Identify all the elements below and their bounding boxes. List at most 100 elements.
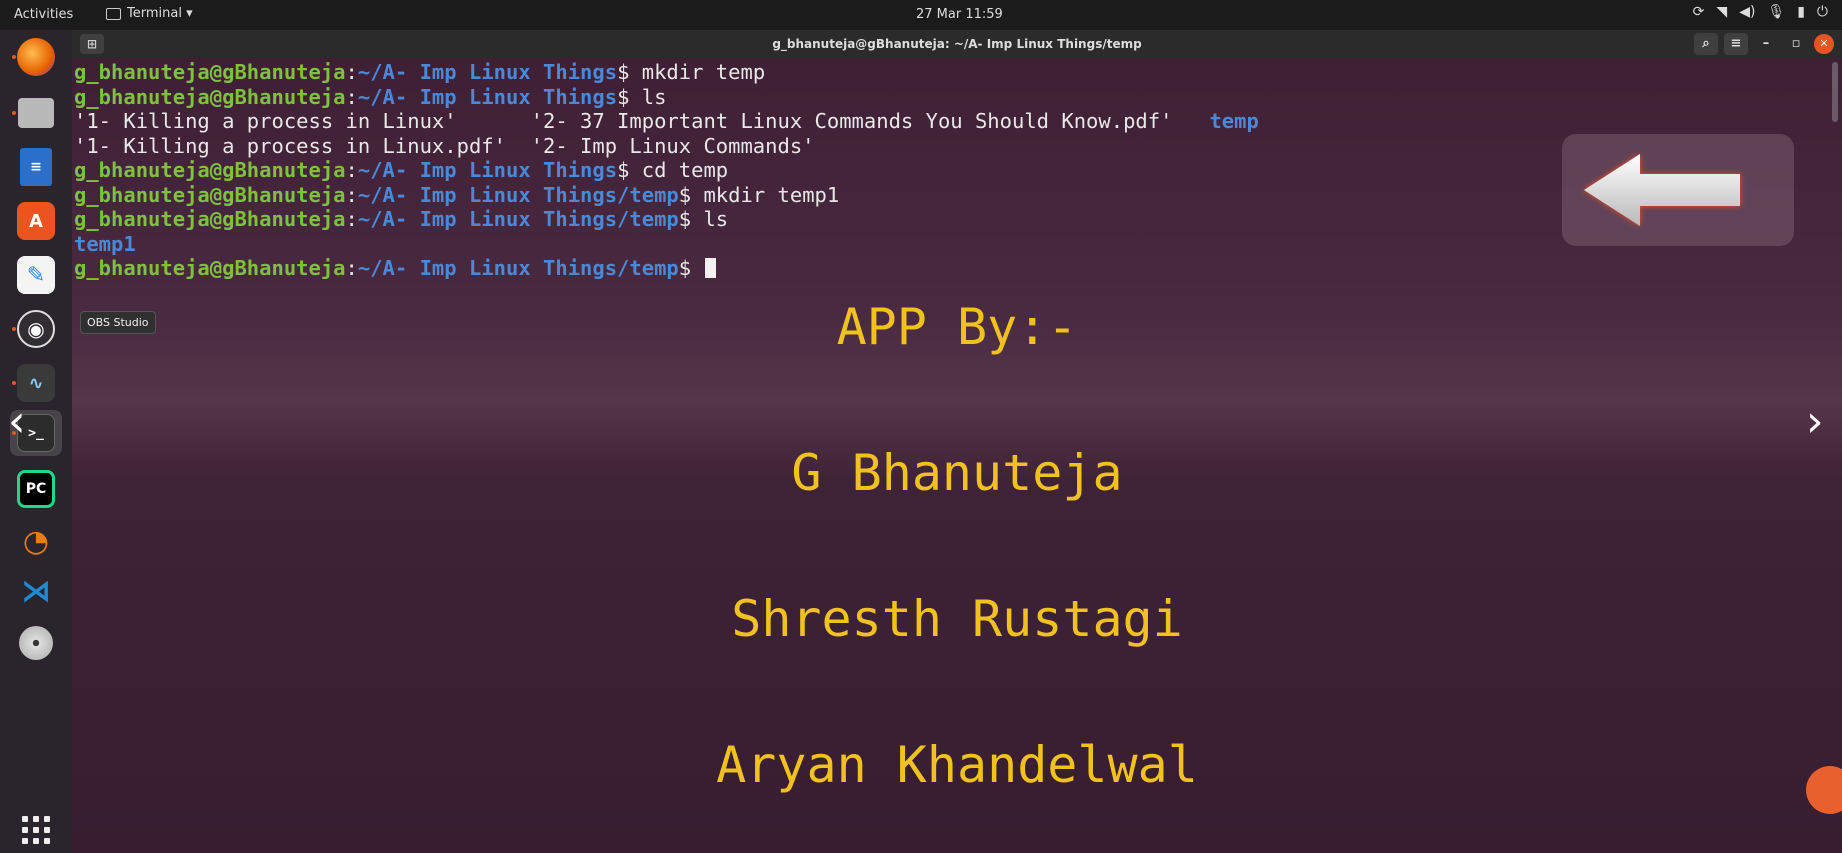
activities-button[interactable]: Activities	[14, 7, 73, 22]
close-button[interactable]: ✕	[1814, 34, 1834, 54]
window-titlebar[interactable]: ⊞ g_bhanuteja@gBhanuteja: ~/A- Imp Linux…	[72, 30, 1842, 58]
prompt-separator: :	[345, 182, 358, 207]
window-title: g_bhanuteja@gBhanuteja: ~/A- Imp Linux T…	[772, 37, 1142, 51]
author-name: Aryan Khandelwal	[716, 736, 1198, 794]
terminal-output[interactable]: g_bhanuteja@gBhanuteja:~/A- Imp Linux Th…	[74, 60, 1259, 281]
command-text: mkdir temp1	[691, 182, 840, 207]
prompt-separator: :	[345, 207, 358, 231]
mic-icon[interactable]: 🎙	[1767, 4, 1785, 20]
obs-icon: ◉	[17, 310, 55, 348]
directory-entry: temp1	[74, 231, 136, 256]
terminal-line: temp1	[74, 232, 1259, 257]
arrow-overlay	[1562, 134, 1794, 246]
command-text: mkdir temp	[629, 60, 766, 84]
terminal-icon	[106, 7, 121, 20]
blender-icon: ◔	[22, 523, 50, 559]
credits-heading: APP By:-	[836, 298, 1078, 356]
command-text: ls	[629, 84, 667, 109]
folder-icon	[18, 98, 54, 128]
running-indicator	[12, 55, 16, 59]
dock-item-text-editor[interactable]: ✎	[10, 252, 62, 298]
terminal-window[interactable]: ⊞ g_bhanuteja@gBhanuteja: ~/A- Imp Linux…	[72, 30, 1842, 853]
dock-item-pycharm[interactable]: PC	[10, 466, 62, 512]
update-icon[interactable]: ⟳	[1693, 4, 1705, 20]
prompt-symbol: $	[617, 60, 630, 84]
dock-tooltip: OBS Studio	[80, 311, 156, 334]
scrollbar[interactable]	[1832, 62, 1838, 122]
dock-item-dvd[interactable]	[10, 620, 62, 666]
dock-item-writer[interactable]: ≡	[10, 144, 62, 190]
prompt-symbol: $	[678, 182, 692, 207]
search-icon[interactable]: ⌕	[1694, 33, 1718, 55]
output-text: '1- Killing a process in Linux.pdf' '2- …	[74, 133, 815, 158]
directory-entry: temp	[1209, 109, 1259, 133]
dock-item-software[interactable]: A	[10, 198, 62, 244]
prompt-symbol: $	[617, 84, 630, 109]
terminal-line: g_bhanuteja@gBhanuteja:~/A- Imp Linux Th…	[74, 158, 1259, 183]
next-arrow-icon[interactable]: ›	[1806, 396, 1824, 447]
prompt-user: g_bhanuteja@gBhanuteja	[74, 158, 346, 182]
terminal-line: '1- Killing a process in Linux.pdf' '2- …	[74, 134, 1259, 159]
terminal-line: g_bhanuteja@gBhanuteja:~/A- Imp Linux Th…	[74, 207, 1259, 232]
dock-item-obs[interactable]: ◉	[10, 306, 62, 352]
running-indicator	[12, 381, 16, 385]
text-cursor	[705, 258, 717, 278]
previous-arrow-icon[interactable]: ‹	[8, 396, 26, 447]
prompt-user: g_bhanuteja@gBhanuteja	[74, 182, 346, 207]
prompt-path: ~/A- Imp Linux Things	[357, 60, 618, 84]
running-indicator	[12, 327, 16, 331]
app-menu[interactable]: Terminal ▾	[106, 6, 193, 21]
prompt-path: ~/A- Imp Linux Things/temp	[357, 207, 679, 231]
prompt-separator: :	[345, 256, 358, 280]
prompt-user: g_bhanuteja@gBhanuteja	[74, 256, 346, 280]
left-arrow-icon	[1584, 154, 1740, 226]
clock[interactable]: 27 Mar 11:59	[916, 7, 1003, 22]
prompt-path: ~/A- Imp Linux Things/temp	[357, 256, 679, 280]
prompt-symbol: $	[678, 256, 692, 280]
pencil-icon: ✎	[17, 256, 55, 294]
command-text	[691, 256, 703, 280]
system-tray[interactable]: ⟳ ◥ ◀) 🎙 ▮ ⏻	[1693, 4, 1828, 20]
app-menu-label: Terminal ▾	[127, 6, 193, 21]
vscode-icon: ⋊	[21, 573, 51, 609]
battery-icon[interactable]: ▮	[1797, 4, 1805, 20]
wifi-icon[interactable]: ◥	[1716, 4, 1727, 20]
software-store-icon: A	[17, 202, 55, 240]
prompt-symbol: $	[678, 207, 692, 231]
dock-item-vscode[interactable]: ⋊	[10, 568, 62, 614]
power-icon[interactable]: ⏻	[1817, 4, 1828, 20]
prompt-separator: :	[345, 60, 358, 84]
disc-icon	[19, 626, 53, 660]
top-bar: Activities Terminal ▾ 27 Mar 11:59 ⟳ ◥ ◀…	[0, 0, 1842, 30]
terminal-line: g_bhanuteja@gBhanuteja:~/A- Imp Linux Th…	[74, 60, 1259, 85]
prompt-separator: :	[345, 158, 358, 182]
prompt-separator: :	[345, 84, 358, 109]
pycharm-icon: PC	[17, 470, 55, 508]
menu-icon[interactable]: ≡	[1724, 33, 1748, 55]
author-name: G Bhanuteja	[791, 444, 1123, 502]
dock-item-firefox[interactable]	[10, 34, 62, 80]
prompt-path: ~/A- Imp Linux Things	[357, 158, 618, 182]
terminal-line: '1- Killing a process in Linux' '2- 37 I…	[74, 109, 1259, 134]
minimize-button[interactable]: –	[1754, 33, 1778, 55]
terminal-line: g_bhanuteja@gBhanuteja:~/A- Imp Linux Th…	[74, 85, 1259, 110]
firefox-icon	[17, 38, 55, 76]
terminal-line: g_bhanuteja@gBhanuteja:~/A- Imp Linux Th…	[74, 183, 1259, 208]
prompt-user: g_bhanuteja@gBhanuteja	[74, 207, 346, 231]
maximize-button[interactable]: ▫	[1784, 33, 1808, 55]
terminal-line: g_bhanuteja@gBhanuteja:~/A- Imp Linux Th…	[74, 256, 1259, 281]
dock-item-blender[interactable]: ◔	[10, 518, 62, 564]
prompt-user: g_bhanuteja@gBhanuteja	[74, 60, 346, 84]
show-applications-icon[interactable]	[22, 816, 50, 844]
prompt-symbol: $	[617, 158, 630, 182]
prompt-path: ~/A- Imp Linux Things/temp	[357, 182, 679, 207]
volume-icon[interactable]: ◀)	[1739, 4, 1755, 20]
author-name: Shresth Rustagi	[731, 590, 1183, 648]
command-text: ls	[691, 207, 729, 231]
output-text: '1- Killing a process in Linux' '2- 37 I…	[74, 109, 1210, 133]
command-text: cd temp	[629, 158, 729, 182]
running-indicator	[12, 111, 16, 115]
document-icon: ≡	[20, 148, 52, 186]
prompt-path: ~/A- Imp Linux Things	[357, 84, 618, 109]
dock-item-files[interactable]	[10, 90, 62, 136]
